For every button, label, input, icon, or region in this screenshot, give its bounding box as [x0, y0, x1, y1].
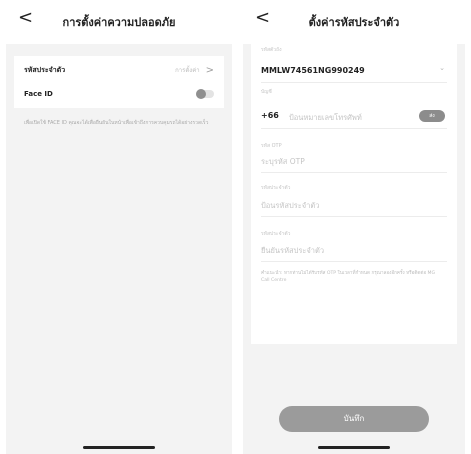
pin-form: รหัสตัวถัง MMLW74561NG990249 ⌄ บัญชี +66… [251, 44, 457, 344]
navbar: < การตั้งค่าความปลอดภัย [6, 0, 232, 44]
chevron-down-icon[interactable]: ⌄ [439, 64, 445, 72]
pin-setting-value: การตั้งค่า [175, 67, 200, 74]
faceid-label: Face ID [24, 90, 53, 98]
toggle-knob [196, 89, 206, 99]
home-indicator [83, 446, 155, 449]
country-code: +66 [261, 111, 279, 120]
phone-input[interactable]: ป้อนหมายเลขโทรศัพท์ [289, 112, 362, 124]
security-settings-screen: < การตั้งค่าความปลอดภัย รหัสประจำตัว การ… [6, 0, 232, 454]
send-otp-button[interactable]: ส่ง [419, 110, 445, 122]
otp-input[interactable]: ระบุรหัส OTP [261, 156, 305, 168]
faceid-toggle[interactable] [196, 89, 214, 99]
set-pin-screen: < ตั้งค่ารหัสประจำตัว รหัสตัวถัง MMLW745… [243, 0, 465, 454]
settings-card: รหัสประจำตัว การตั้งค่า > Face ID [14, 56, 224, 108]
vin-label: รหัสตัวถัง [261, 47, 282, 53]
pin-label: รหัสประจำตัว [261, 185, 291, 191]
phone-label: บัญชี [261, 89, 272, 95]
page-title: การตั้งค่าความปลอดภัย [62, 16, 176, 29]
chevron-right-icon: > [205, 64, 214, 76]
faceid-row: Face ID [24, 82, 214, 106]
faceid-hint: เพื่อเปิดใช้ FACE ID คุณจะได้เพื่อยืนยัน… [24, 120, 209, 126]
divider [261, 172, 447, 173]
divider [261, 261, 447, 262]
otp-label: รหัส OTP [261, 143, 282, 149]
navbar: < ตั้งค่ารหัสประจำตัว [243, 0, 465, 44]
confirm-pin-label: รหัสประจำตัว [261, 231, 291, 237]
home-indicator [318, 446, 390, 449]
confirm-pin-input[interactable]: ยืนยันรหัสประจำตัว [261, 245, 324, 257]
page-title: ตั้งค่ารหัสประจำตัว [308, 16, 400, 29]
pin-setting-label: รหัสประจำตัว [24, 65, 66, 74]
pin-setting-row[interactable]: รหัสประจำตัว การตั้งค่า > [24, 58, 214, 82]
pin-input[interactable]: ป้อนรหัสประจำตัว [261, 200, 319, 212]
save-button[interactable]: บันทึก [279, 406, 429, 432]
divider [261, 216, 447, 217]
divider [261, 82, 447, 83]
otp-note: คำแนะนำ: หากท่านไม่ได้รับรหัส OTP ในเวลา… [261, 271, 436, 283]
divider [261, 128, 447, 129]
vin-select-value[interactable]: MMLW74561NG990249 [261, 66, 365, 75]
